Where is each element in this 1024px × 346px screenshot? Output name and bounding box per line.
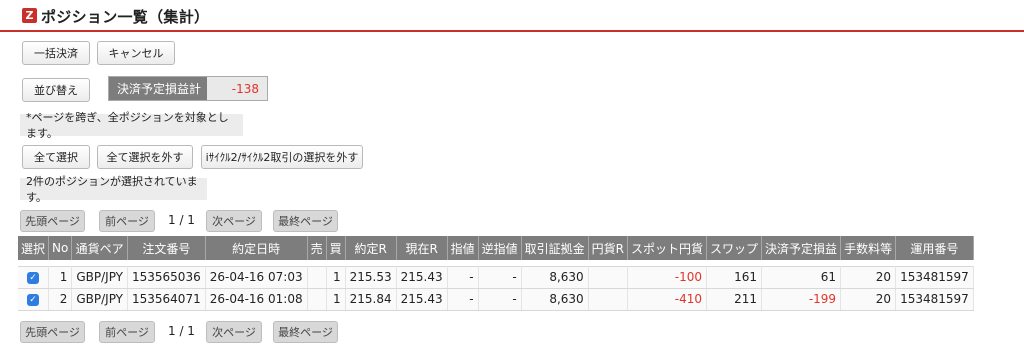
row-no: 1 — [48, 265, 73, 289]
settle-pl-total: 決済予定損益計 -138 — [108, 76, 268, 101]
col-settle-pl: 決済予定損益 — [761, 236, 842, 260]
cancel-button[interactable]: キャンセル — [97, 41, 175, 65]
settle-pl-value: -138 — [231, 81, 259, 96]
last-page-button-bottom[interactable]: 最終ページ — [273, 321, 338, 343]
row-limit: - — [447, 288, 479, 311]
prev-page-button-bottom[interactable]: 前ページ — [99, 321, 155, 343]
row-yen-rate — [588, 265, 629, 289]
row-op-no: 153481597 — [895, 288, 974, 311]
row-margin: 8,630 — [521, 265, 589, 289]
select-all-button[interactable]: 全て選択 — [22, 145, 90, 169]
page-title: ポジション一覧（集計） — [41, 8, 210, 26]
sort-button[interactable]: 並び替え — [22, 78, 90, 102]
row-sell — [307, 288, 327, 311]
row-no: 2 — [48, 288, 73, 311]
row-pair: GBP/JPY — [71, 288, 128, 311]
col-yen-rate: 円貨R — [588, 236, 629, 260]
row-exec-rate: 215.84 — [345, 288, 397, 311]
col-stop: 逆指値 — [478, 236, 522, 260]
last-page-button[interactable]: 最終ページ — [273, 210, 338, 232]
check-icon[interactable]: ✓ — [27, 293, 39, 306]
row-fee: 20 — [840, 288, 897, 311]
col-pair: 通貨ペア — [71, 236, 128, 260]
page-indicator-bottom: 1 / 1 — [168, 324, 195, 338]
table-header-row: 選択 No 通貨ペア 注文番号 約定日時 売 買 約定R 現在R 指値 逆指値 … — [18, 236, 974, 260]
table-row: ✓ 2 GBP/JPY 153564071 26-04-16 01:08 1 2… — [18, 288, 974, 311]
col-order-no: 注文番号 — [127, 236, 206, 260]
row-exec-rate: 215.53 — [345, 265, 397, 289]
positions-table: 選択 No 通貨ペア 注文番号 約定日時 売 買 約定R 現在R 指値 逆指値 … — [18, 236, 974, 311]
row-order-no: 153564071 — [127, 288, 206, 311]
row-buy: 1 — [326, 288, 346, 311]
row-current-rate: 215.43 — [396, 288, 448, 311]
row-checkbox[interactable]: ✓ — [18, 265, 50, 289]
col-limit: 指値 — [447, 236, 479, 260]
settle-pl-label: 決済予定損益計 — [109, 77, 207, 100]
row-settle-pl: -199 — [761, 288, 842, 311]
row-op-no: 153481597 — [895, 265, 974, 289]
page-scope-note: *ページを跨ぎ、全ポジションを対象とします。 — [20, 111, 243, 140]
row-sell — [307, 265, 327, 289]
z-logo-icon: Z — [22, 8, 37, 23]
row-datetime: 26-04-16 07:03 — [205, 265, 308, 289]
row-fee: 20 — [840, 265, 897, 289]
col-buy: 買 — [326, 236, 346, 260]
col-current-rate: 現在R — [396, 236, 448, 260]
next-page-button-bottom[interactable]: 次ページ — [206, 321, 262, 343]
row-order-no: 153565036 — [127, 265, 206, 289]
col-exec-rate: 約定R — [345, 236, 397, 260]
col-swap: スワップ — [706, 236, 763, 260]
row-limit: - — [447, 265, 479, 289]
row-spot-yen: -100 — [627, 265, 708, 289]
row-pair: GBP/JPY — [71, 265, 128, 289]
row-current-rate: 215.43 — [396, 265, 448, 289]
check-icon[interactable]: ✓ — [27, 271, 39, 284]
selected-count-text: 2件のポジションが選択されています。 — [20, 175, 207, 204]
prev-page-button[interactable]: 前ページ — [99, 210, 155, 232]
row-stop: - — [478, 265, 522, 289]
deselect-icycle-button[interactable]: iｻｲｸﾙ2/ｻｲｸﾙ2取引の選択を外す — [201, 145, 363, 169]
next-page-button[interactable]: 次ページ — [206, 210, 262, 232]
first-page-button-bottom[interactable]: 先頭ページ — [20, 321, 85, 343]
col-spot-yen: スポット円貨 — [627, 236, 708, 260]
bulk-settle-button[interactable]: 一括決済 — [22, 41, 90, 65]
col-margin: 取引証拠金 — [521, 236, 589, 260]
first-page-button[interactable]: 先頭ページ — [20, 210, 85, 232]
deselect-all-button[interactable]: 全て選択を外す — [97, 145, 193, 169]
table-row: ✓ 1 GBP/JPY 153565036 26-04-16 07:03 1 2… — [18, 265, 974, 289]
col-select: 選択 — [18, 236, 50, 260]
col-no: No — [48, 236, 73, 260]
row-margin: 8,630 — [521, 288, 589, 311]
col-sell: 売 — [307, 236, 327, 260]
row-spot-yen: -410 — [627, 288, 708, 311]
row-settle-pl: 61 — [761, 265, 842, 289]
row-datetime: 26-04-16 01:08 — [205, 288, 308, 311]
row-stop: - — [478, 288, 522, 311]
row-swap: 161 — [706, 265, 763, 289]
row-buy: 1 — [326, 265, 346, 289]
col-datetime: 約定日時 — [205, 236, 308, 260]
row-checkbox[interactable]: ✓ — [18, 288, 50, 311]
page-header: Z ポジション一覧（集計） — [0, 0, 1024, 32]
row-yen-rate — [588, 288, 629, 311]
col-fee: 手数料等 — [840, 236, 897, 260]
page-indicator: 1 / 1 — [168, 213, 195, 227]
row-swap: 211 — [706, 288, 763, 311]
col-op-no: 運用番号 — [895, 236, 974, 260]
